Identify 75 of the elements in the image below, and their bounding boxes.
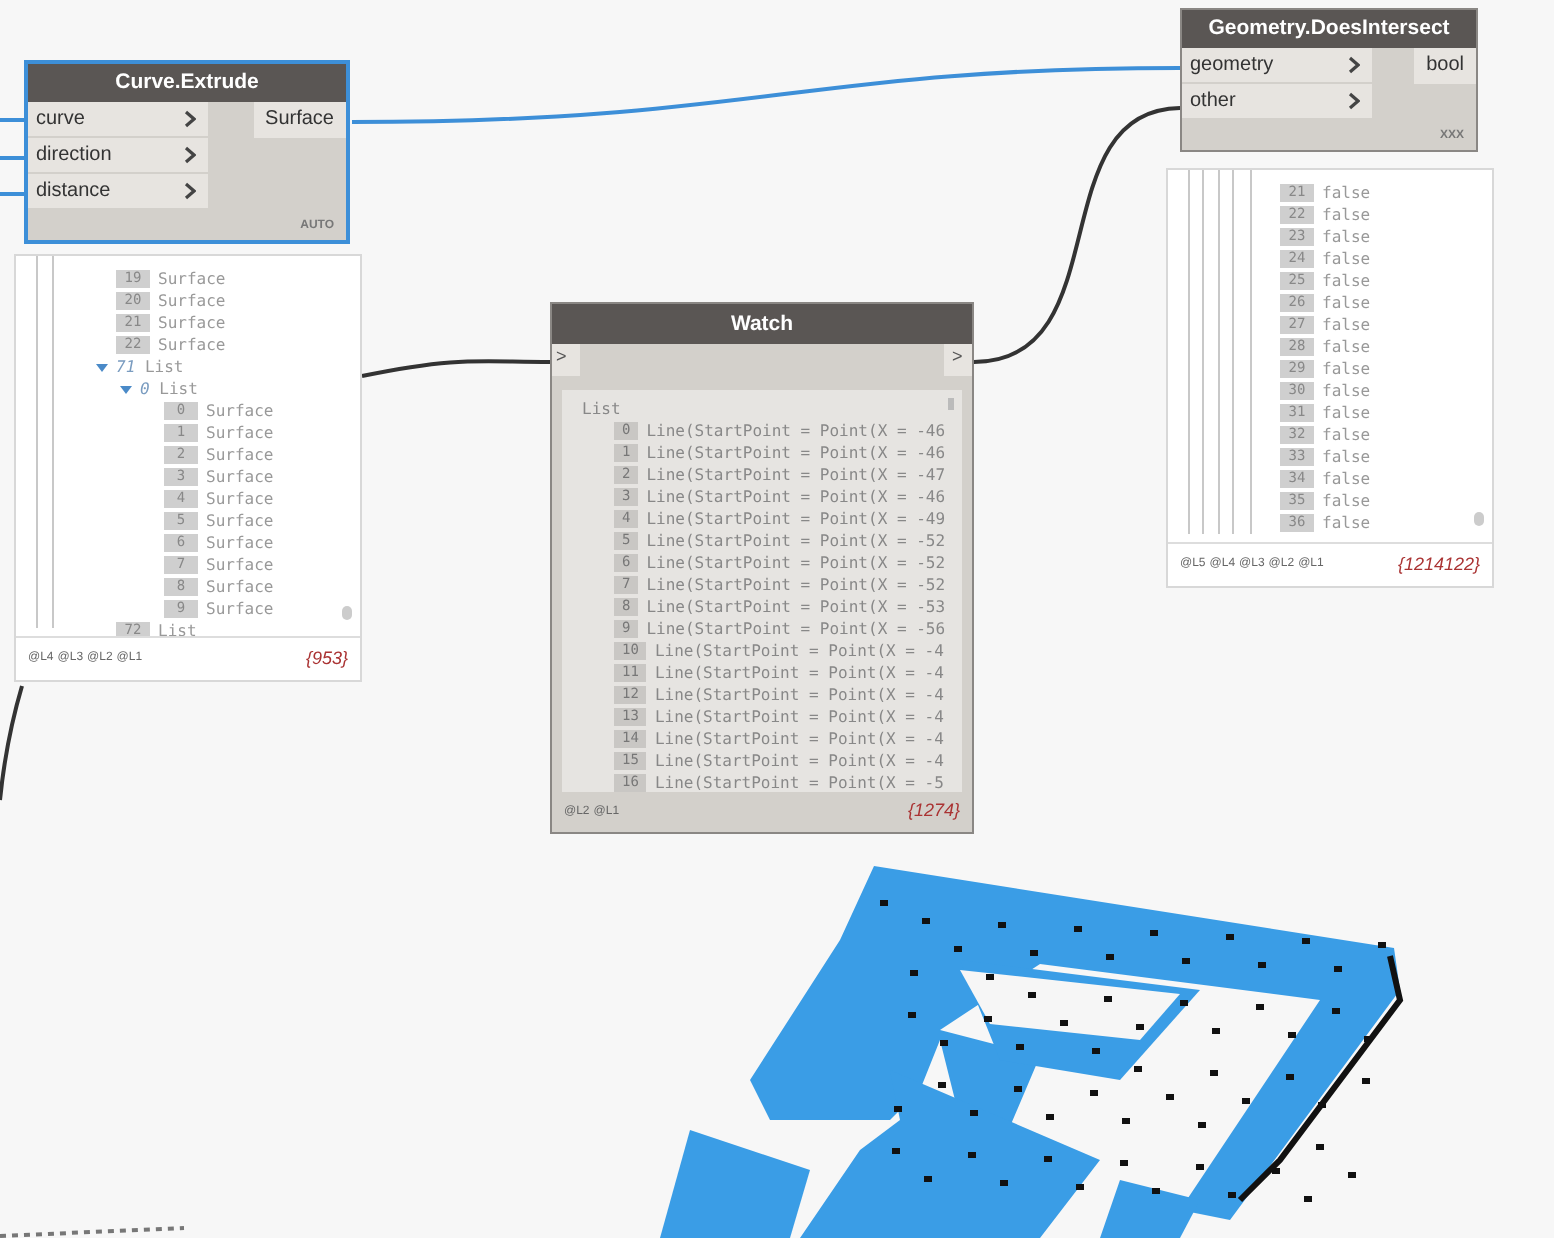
input-port[interactable]: other [1182, 84, 1372, 120]
input-port[interactable]: curve [28, 102, 208, 138]
wire[interactable] [973, 106, 1181, 364]
value-text: Surface [206, 577, 274, 597]
input-port[interactable]: direction [28, 138, 208, 174]
value-text: false [1322, 183, 1371, 203]
value-text: Line(StartPoint = Point(X = -49 [646, 509, 946, 529]
item-count: {953} [305, 645, 348, 672]
expand-arrow-icon[interactable] [96, 361, 108, 373]
value-text: Line(StartPoint = Point(X = -47 [646, 465, 946, 485]
value-text: false [1322, 425, 1371, 445]
wire[interactable] [0, 685, 24, 801]
value-text: Surface [206, 401, 274, 421]
value-text: false [1322, 271, 1371, 291]
value-text: false [1322, 205, 1371, 225]
value-text: Line(StartPoint = Point(X = -4 [654, 663, 944, 683]
value-text: false [1322, 315, 1371, 335]
value-text: Line(StartPoint = Point(X = -53 [646, 597, 946, 617]
value-text: Surface [206, 489, 274, 509]
value-text: Line(StartPoint = Point(X = -46 [646, 421, 946, 441]
scrollbar-thumb[interactable] [948, 398, 954, 410]
value-text: false [1322, 491, 1371, 511]
scrollbar-thumb[interactable] [342, 606, 352, 620]
scrollbar-thumb[interactable] [1474, 512, 1484, 526]
value-text: Surface [158, 269, 226, 289]
value-text: Line(StartPoint = Point(X = -4 [654, 641, 944, 661]
value-text: Surface [206, 555, 274, 575]
node-title: Geometry.DoesIntersect [1182, 10, 1476, 48]
value-text: Line(StartPoint = Point(X = -4 [654, 707, 944, 727]
value-text: Line(StartPoint = Point(X = -4 [654, 751, 944, 771]
value-text: Line(StartPoint = Point(X = -52 [646, 531, 946, 551]
value-text: Surface [158, 291, 226, 311]
value-text: false [1322, 513, 1371, 533]
watch-node[interactable] [550, 302, 974, 834]
input-port[interactable]: distance [28, 174, 208, 210]
value-text: false [1322, 249, 1371, 269]
value-text: Surface [206, 467, 274, 487]
value-text: Line(StartPoint = Point(X = -4 [654, 729, 944, 749]
list-label: List [582, 398, 621, 420]
value-text: Surface [158, 313, 226, 333]
value-text: Surface [206, 423, 274, 443]
value-text: List [158, 621, 197, 636]
value-text: Line(StartPoint = Point(X = -5 [654, 773, 944, 792]
value-text: Surface [206, 445, 274, 465]
output-port[interactable]: > [944, 344, 972, 376]
value-text: false [1322, 381, 1371, 401]
value-text: Line(StartPoint = Point(X = -52 [646, 553, 946, 573]
value-text: false [1322, 227, 1371, 247]
value-text: Line(StartPoint = Point(X = -4 [654, 685, 944, 705]
output-port[interactable]: Surface [253, 102, 346, 138]
value-text: false [1322, 469, 1371, 489]
node-title: Watch [552, 304, 972, 344]
input-port[interactable]: geometry [1182, 48, 1372, 84]
value-text: false [1322, 403, 1371, 423]
output-port[interactable]: bool [1414, 48, 1476, 84]
expand-arrow-icon[interactable] [120, 383, 132, 395]
list-label: 71 List [116, 357, 184, 377]
value-text: Surface [206, 599, 274, 619]
value-text: false [1322, 359, 1371, 379]
value-text: Line(StartPoint = Point(X = -56 [646, 619, 946, 639]
value-text: Line(StartPoint = Point(X = -52 [646, 575, 946, 595]
value-text: Surface [158, 335, 226, 355]
value-text: Line(StartPoint = Point(X = -46 [646, 443, 946, 463]
list-label: 0 List [140, 379, 198, 399]
value-text: Surface [206, 533, 274, 553]
input-port[interactable]: > [552, 344, 580, 376]
value-text: Line(StartPoint = Point(X = -46 [646, 487, 946, 507]
node-title: Curve.Extrude [28, 64, 346, 102]
wire[interactable] [361, 359, 550, 378]
value-text: false [1322, 293, 1371, 313]
value-text: false [1322, 337, 1371, 357]
value-text: false [1322, 447, 1371, 467]
value-text: Surface [206, 511, 274, 531]
item-count: {1214122} [1397, 551, 1480, 578]
item-count: {1274} [907, 798, 960, 825]
